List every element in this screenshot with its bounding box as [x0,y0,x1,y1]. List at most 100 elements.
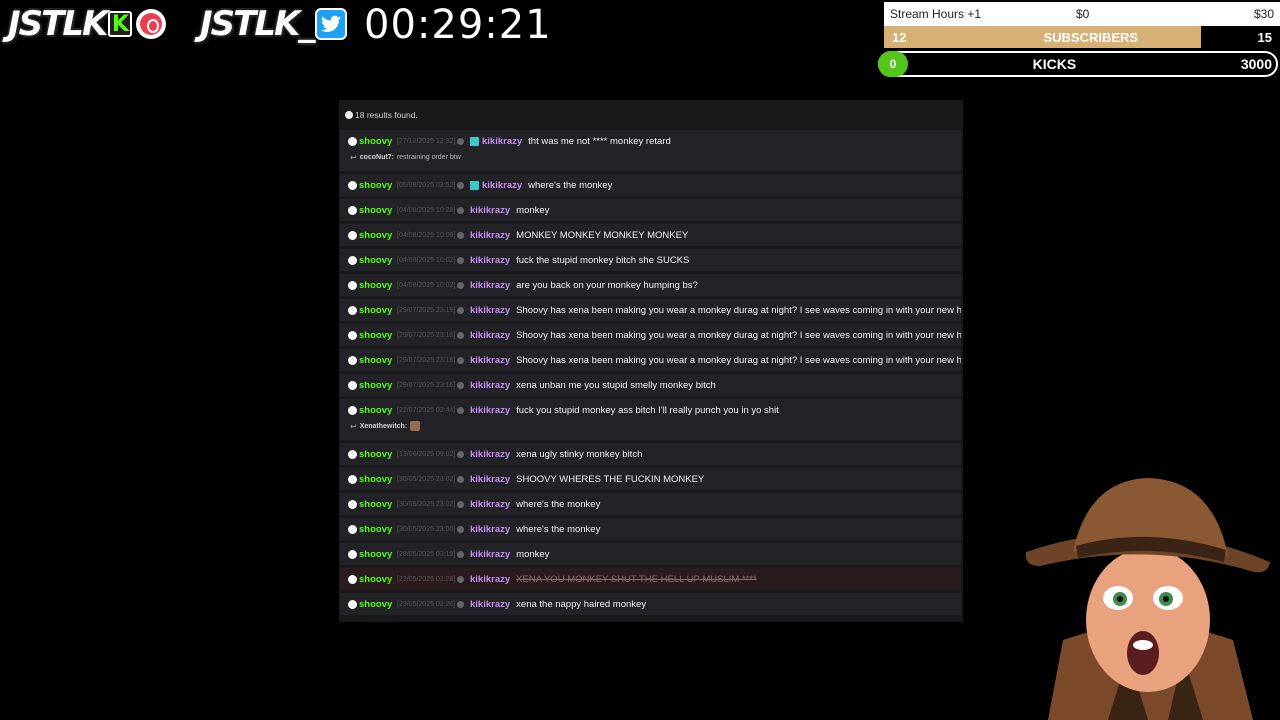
user-info-icon[interactable] [457,231,464,239]
search-result-row[interactable]: shoovy [04/08/2025 10:02] kikikrazy fuck th… [340,249,961,271]
status-dot-icon [348,474,357,484]
channel-name[interactable]: shoovy [359,330,394,341]
user-info-icon[interactable] [457,281,464,289]
goal-current: 12 [892,29,907,45]
user-info-icon[interactable] [457,356,464,364]
user-info-icon[interactable] [457,525,464,533]
message-text: xena ugly stinky monkey bitch [516,448,643,460]
channel-name[interactable]: shoovy [359,574,394,585]
username[interactable]: kikikrazy [470,305,510,316]
search-result-row[interactable]: shoovy [13/06/2025 09:02] kikikrazy xena ug… [340,443,961,465]
channel-name[interactable]: shoovy [359,524,394,535]
message-text: Shoovy has xena been making you wear a m… [516,354,961,366]
username[interactable]: kikikrazy [470,405,510,416]
channel-name[interactable]: shoovy [359,180,394,191]
user-info-icon[interactable] [457,206,464,214]
search-result-row[interactable]: shoovy [04/08/2025 10:02] kikikrazy are you… [340,274,961,296]
results-list: shoovy [27/12/2025 12:32] kikikrazy tht was… [339,130,963,615]
message-text: where's the monkey [516,523,601,535]
user-info-icon[interactable] [457,406,464,414]
channel-name[interactable]: shoovy [359,599,394,610]
username[interactable]: kikikrazy [482,136,522,147]
channel-name[interactable]: shoovy [359,549,394,560]
channel-name[interactable]: shoovy [359,280,394,291]
username[interactable]: kikikrazy [470,230,510,241]
message-timestamp: [30/05/2025 23:02] [397,500,456,508]
search-result-row[interactable]: shoovy [29/07/2025 23:16] kikikrazy xena un… [340,374,961,396]
search-result-row[interactable]: shoovy [22/07/2025 02:44] kikikrazy fuck yo… [340,399,961,440]
user-info-icon[interactable] [457,256,464,264]
message-timestamp: [30/05/2025 23:02] [397,475,456,483]
user-info-icon[interactable] [457,500,464,508]
user-info-icon[interactable] [457,137,464,145]
username[interactable]: kikikrazy [470,355,510,366]
status-dot-icon [348,305,357,315]
username[interactable]: kikikrazy [482,180,522,191]
search-result-row[interactable]: shoovy [23/05/2025 02:28] kikikrazy XENA YO… [340,568,961,590]
search-result-row[interactable]: shoovy [23/05/2025 02:26] kikikrazy xena th… [340,593,961,615]
status-dot-icon [348,280,357,290]
search-result-row[interactable]: shoovy [28/05/2025 03:19] kikikrazy monkey [340,543,961,565]
channel-name[interactable]: shoovy [359,305,394,316]
status-dot-icon [348,330,357,340]
search-result-row[interactable]: shoovy [04/08/2025 10:09] kikikrazy MONKEY … [340,224,961,246]
search-result-row[interactable]: shoovy [30/05/2025 23:02] kikikrazy where's… [340,493,961,515]
user-badge-icon [470,136,479,146]
username[interactable]: kikikrazy [470,330,510,341]
username[interactable]: kikikrazy [470,499,510,510]
search-result-row[interactable]: shoovy [30/05/2025 23:00] kikikrazy where's… [340,518,961,540]
username[interactable]: kikikrazy [470,380,510,391]
status-dot-icon [348,405,357,415]
message-text: MONKEY MONKEY MONKEY MONKEY [516,229,689,241]
username[interactable]: kikikrazy [470,255,510,266]
search-result-row[interactable]: shoovy [05/08/2025 03:52] kikikrazy where's… [340,174,961,196]
status-dot-icon [348,255,357,265]
goal-label: KICKS [1032,56,1077,72]
message-text: where's the monkey [528,179,613,191]
user-info-icon[interactable] [457,331,464,339]
search-result-row[interactable]: shoovy [27/12/2025 12:32] kikikrazy tht was… [340,130,961,171]
channel-name[interactable]: shoovy [359,230,394,241]
user-info-icon[interactable] [457,181,464,189]
user-info-icon[interactable] [457,575,464,583]
username[interactable]: kikikrazy [470,280,510,291]
search-result-row[interactable]: shoovy [29/07/2025 23:18] kikikrazy Shoovy … [340,324,961,346]
search-result-row[interactable]: shoovy [29/07/2025 23:19] kikikrazy Shoovy … [340,299,961,321]
channel-name[interactable]: shoovy [359,136,394,147]
channel-name[interactable]: shoovy [359,474,394,485]
user-info-icon[interactable] [457,475,464,483]
results-count: 18 results found. [339,100,963,130]
channel-name[interactable]: shoovy [359,405,394,416]
channel-name[interactable]: shoovy [359,205,394,216]
user-info-icon[interactable] [457,550,464,558]
message-text: XENA YOU MONKEY SHUT THE HELL UP MUSLIM … [516,573,757,585]
username[interactable]: kikikrazy [470,205,510,216]
twitter-bird-icon [315,8,348,40]
goal-target: 15 [1257,29,1272,45]
username[interactable]: kikikrazy [470,549,510,560]
user-info-icon[interactable] [457,381,464,389]
channel-name[interactable]: shoovy [359,255,394,266]
message-timestamp: [27/12/2025 12:32] [397,137,456,145]
username[interactable]: kikikrazy [470,574,510,585]
search-result-row[interactable]: shoovy [04/08/2025 10:28] kikikrazy monkey [340,199,961,221]
user-info-icon[interactable] [457,600,464,608]
username[interactable]: kikikrazy [470,524,510,535]
user-info-icon[interactable] [457,306,464,314]
message-text: monkey [516,204,550,216]
message-text: tht was me not **** monkey retard [528,135,671,147]
message-text: fuck you stupid monkey ass bitch I'll re… [516,404,779,416]
username[interactable]: kikikrazy [470,449,510,460]
search-result-row[interactable]: shoovy [29/07/2025 23:18] kikikrazy Shoovy … [340,349,961,371]
channel-name[interactable]: shoovy [359,380,394,391]
channel-name[interactable]: shoovy [359,449,394,460]
channel-name[interactable]: shoovy [359,355,394,366]
username[interactable]: kikikrazy [470,474,510,485]
username[interactable]: kikikrazy [470,599,510,610]
status-dot-icon [348,599,357,609]
message-timestamp: [04/08/2025 10:28] [397,206,456,214]
results-text: 18 results found. [355,110,418,120]
search-result-row[interactable]: shoovy [30/05/2025 23:02] kikikrazy SHOOVY … [340,468,961,490]
user-info-icon[interactable] [457,450,464,458]
channel-name[interactable]: shoovy [359,499,394,510]
